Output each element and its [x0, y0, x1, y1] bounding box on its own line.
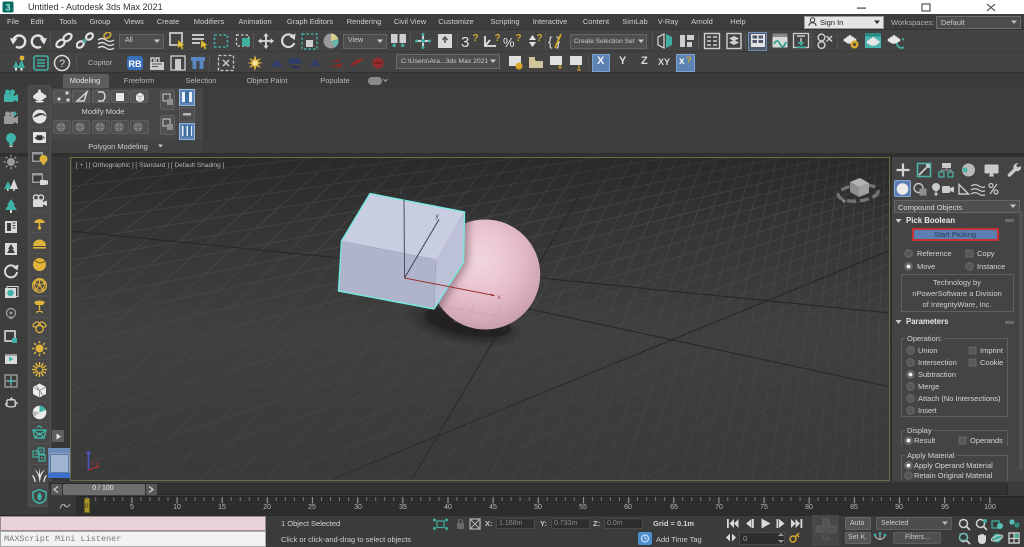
svg-text:x y: x y — [91, 461, 98, 467]
svg-text:{ }: { } — [548, 34, 561, 49]
svg-text:RB: RB — [129, 59, 142, 69]
svg-text:?: ? — [59, 58, 65, 70]
svg-text:?: ? — [516, 33, 522, 44]
svg-text:?: ? — [473, 33, 479, 44]
svg-text:?: ? — [537, 33, 543, 44]
svg-text:?: ? — [495, 33, 501, 44]
svg-text:3: 3 — [461, 34, 469, 50]
svg-text:3: 3 — [5, 3, 10, 13]
svg-text:x: x — [497, 295, 500, 301]
svg-text:z: z — [399, 190, 402, 196]
svg-text:%: % — [503, 35, 515, 50]
svg-text:[ + ] [ Orthographic ] [ Stand: [ + ] [ Orthographic ] [ Standard ] [ De… — [76, 162, 225, 169]
